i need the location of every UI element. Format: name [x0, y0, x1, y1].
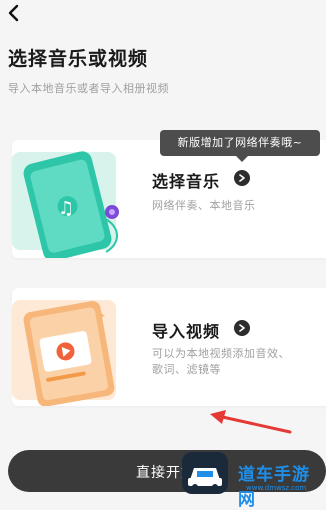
select-music-arrow[interactable]	[234, 170, 250, 186]
import-video-card[interactable]: ✦ 导入视频 可以为本地视频添加音效、歌词、滤镜等	[12, 288, 326, 406]
watermark: 道车手游网 www.dmwsz.com	[176, 446, 326, 510]
video-phone-illustration: ✦	[12, 300, 116, 406]
select-music-title: 选择音乐	[152, 172, 221, 191]
select-music-description: 网络伴奏、本地音乐	[152, 199, 256, 212]
page-subtitle: 导入本地音乐或者导入相册视频	[8, 82, 169, 95]
import-video-title: 导入视频	[152, 322, 221, 341]
back-button[interactable]	[6, 4, 22, 22]
select-music-card[interactable]: ♫ 选择音乐 网络伴奏、本地音乐	[12, 140, 326, 258]
watermark-url: www.dmwsz.com	[246, 484, 307, 492]
red-arrow-annotation	[210, 410, 292, 434]
music-phone-illustration: ♫	[12, 151, 119, 258]
new-feature-tooltip: 新版增加了网络伴奏哦~	[160, 130, 320, 162]
page-title: 选择音乐或视频	[8, 48, 149, 70]
import-video-arrow[interactable]	[234, 320, 250, 336]
car-logo-icon	[182, 452, 228, 494]
chevron-right-icon	[239, 324, 245, 332]
import-video-description: 可以为本地视频添加音效、歌词、滤镜等	[152, 347, 290, 376]
chevron-left-icon	[8, 4, 19, 22]
chevron-right-icon	[239, 174, 245, 182]
svg-text:♫: ♫	[58, 198, 74, 219]
